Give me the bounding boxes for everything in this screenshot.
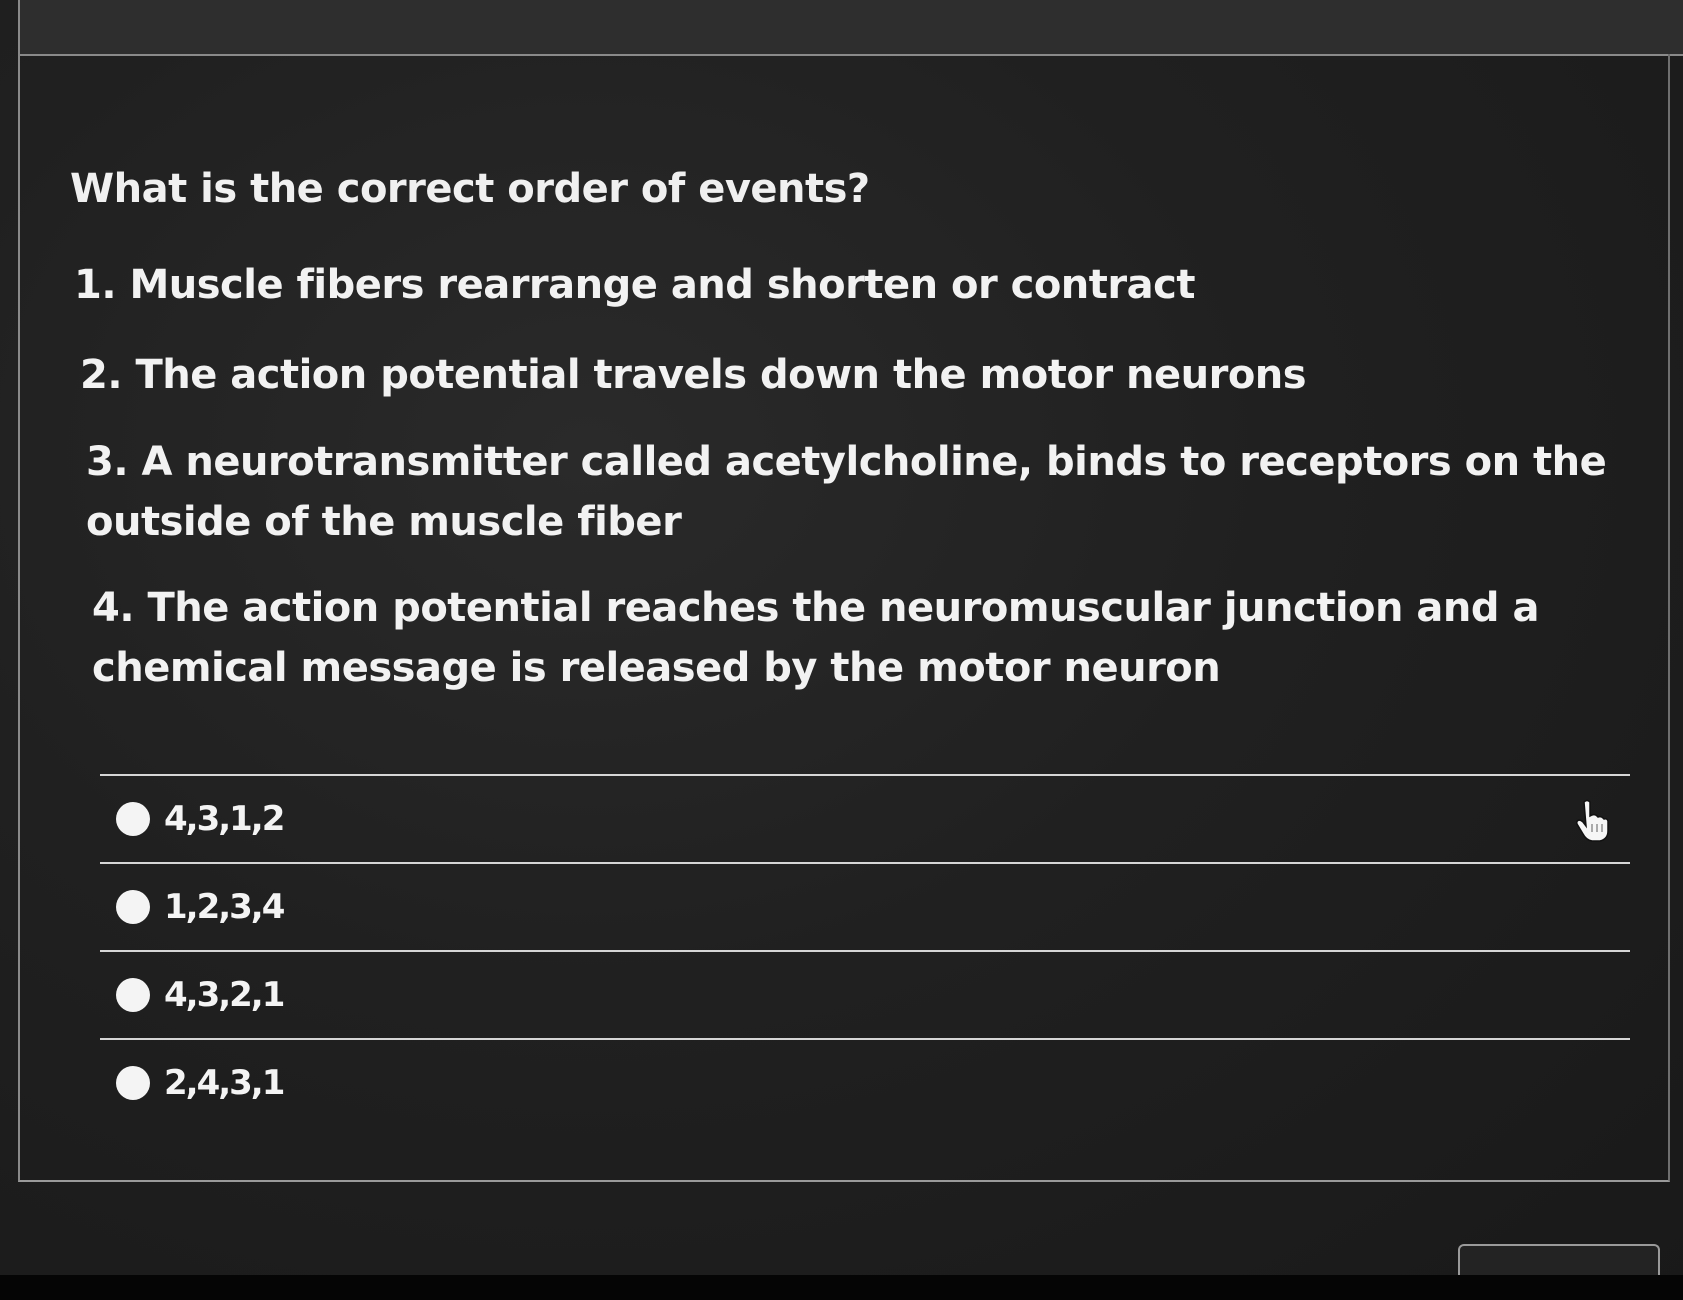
step-2: 2. The action potential travels down the… <box>80 352 1307 398</box>
step-4: 4. The action potential reaches the neur… <box>92 585 1539 691</box>
option-label: 2,4,3,1 <box>164 1063 285 1103</box>
question-header <box>18 0 1683 56</box>
screen-bezel <box>0 1275 1683 1300</box>
step-3: 3. A neurotransmitter called acetylcholi… <box>86 439 1607 545</box>
option-label: 1,2,3,4 <box>164 887 285 927</box>
hand-pointer-icon <box>1576 799 1609 842</box>
option-label: 4,3,1,2 <box>164 799 285 839</box>
answer-option-3[interactable]: 4,3,2,1 <box>100 952 1630 1038</box>
answer-option-4[interactable]: 2,4,3,1 <box>100 1040 1630 1126</box>
radio-button[interactable] <box>116 802 150 836</box>
answer-options: 4,3,1,2 1,2,3,4 4,3,2,1 2,4,3,1 <box>100 774 1630 1126</box>
answer-option-1[interactable]: 4,3,1,2 <box>100 776 1630 862</box>
radio-button[interactable] <box>116 978 150 1012</box>
question-prompt: What is the correct order of events? <box>70 166 870 212</box>
step-1: 1. Muscle fibers rearrange and shorten o… <box>74 262 1195 308</box>
radio-button[interactable] <box>116 890 150 924</box>
answer-option-2[interactable]: 1,2,3,4 <box>100 864 1630 950</box>
option-label: 4,3,2,1 <box>164 975 285 1015</box>
radio-button[interactable] <box>116 1066 150 1100</box>
